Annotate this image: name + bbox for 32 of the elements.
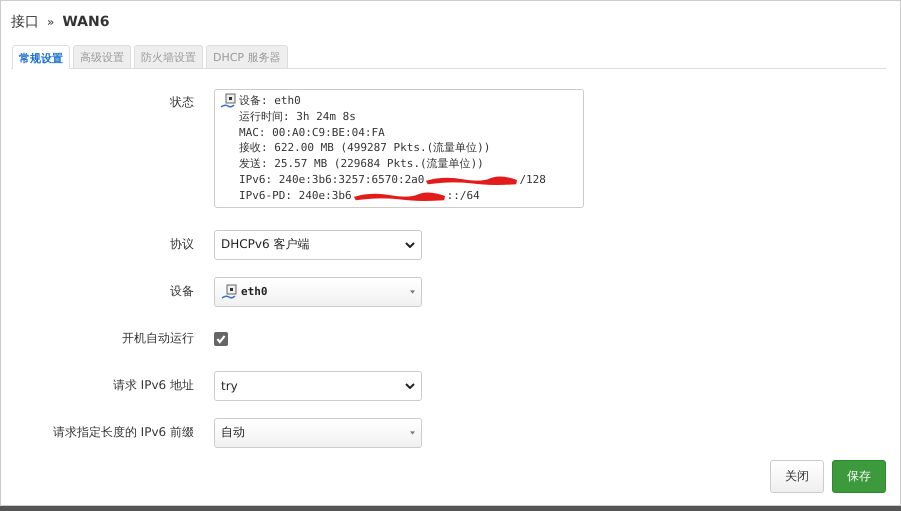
network-port-icon	[221, 284, 237, 300]
network-port-icon	[220, 93, 236, 109]
field-label: 设备	[169, 283, 194, 300]
status-line: 运行时间: 3h 24m 8s	[239, 108, 356, 125]
status-line: 接收: 622.00 MB (499287 Pkts.(流量单位))	[239, 140, 490, 156]
status-line: 设备: eth0	[239, 93, 301, 109]
status-line: ::/64	[446, 188, 480, 204]
dropdown-field[interactable]: 自动	[214, 418, 422, 448]
caret-icon	[410, 290, 415, 294]
dropdown-field[interactable]: eth0	[214, 276, 422, 307]
checkbox[interactable]	[214, 332, 228, 346]
status-line: IPv6-PD: 240e:3b6	[239, 188, 352, 204]
field-label: 请求指定长度的 IPv6 前缀	[52, 424, 194, 442]
status-line: IPv6: 240e:3b6:3257:6570:2a0	[239, 172, 424, 188]
field-label: 状态	[169, 94, 194, 111]
select-field[interactable]: DHCPv6 客户端	[214, 230, 422, 260]
breadcrumb-parent: 接口	[11, 13, 39, 31]
field-label: 请求 IPv6 地址	[112, 377, 194, 394]
chevron-icon	[405, 242, 415, 248]
caret-icon	[410, 430, 415, 435]
save-button[interactable]: 保存	[832, 460, 886, 493]
field-label: 协议	[169, 236, 194, 254]
tab[interactable]: 常规设置	[12, 45, 70, 69]
status-line: MAC: 00:A0:C9:BE:04:FA	[239, 124, 385, 140]
chevron-icon	[405, 382, 415, 389]
close-button[interactable]: 关闭	[770, 460, 824, 493]
status-line: /128	[519, 172, 546, 188]
breadcrumb-separator: »	[47, 15, 54, 29]
field-label: 开机自动运行	[121, 330, 194, 348]
status-line: 发送: 25.57 MB (229684 Pkts.(流量单位))	[239, 156, 484, 172]
dialog-title: WAN6	[62, 14, 110, 30]
select-field[interactable]: try	[214, 370, 422, 401]
